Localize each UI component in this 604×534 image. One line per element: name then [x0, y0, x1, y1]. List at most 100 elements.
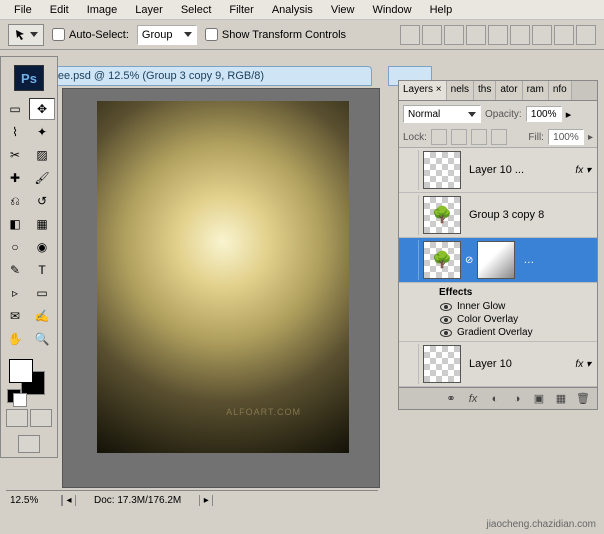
- wand-tool[interactable]: ✦: [29, 121, 55, 143]
- fill-flyout-icon[interactable]: ▸: [588, 132, 593, 143]
- layer-overflow-icon[interactable]: …: [519, 254, 538, 266]
- lock-pixels-icon[interactable]: [451, 129, 467, 145]
- new-layer-icon[interactable]: ▦: [553, 391, 569, 407]
- zoom-field[interactable]: 12.5%: [6, 495, 62, 506]
- layer-row-selected[interactable]: 🌳 ⊘ …: [399, 238, 597, 283]
- blend-mode-select[interactable]: Normal: [403, 105, 481, 123]
- distribute-3-icon[interactable]: [576, 25, 596, 45]
- status-arrow-right[interactable]: ▸: [199, 495, 213, 506]
- zoom-tool[interactable]: 🔍: [29, 328, 55, 350]
- tab-histogram[interactable]: ram: [523, 81, 549, 100]
- visibility-toggle[interactable]: [401, 150, 419, 190]
- auto-select-mode[interactable]: Group: [137, 25, 197, 45]
- tab-info[interactable]: nfo: [549, 81, 572, 100]
- brush-tool[interactable]: 🖌: [29, 167, 55, 189]
- lock-transparency-icon[interactable]: [431, 129, 447, 145]
- effect-item[interactable]: Inner Glow: [439, 300, 593, 313]
- stamp-tool[interactable]: ⎌: [2, 190, 28, 212]
- layer-thumbnail[interactable]: [423, 345, 461, 383]
- heal-tool[interactable]: ✚: [2, 167, 28, 189]
- fx-badge[interactable]: fx ▾: [575, 165, 595, 176]
- document-titlebar[interactable]: _tree.psd @ 12.5% (Group 3 copy 9, RGB/8…: [36, 66, 372, 86]
- menu-image[interactable]: Image: [79, 2, 126, 18]
- blur-tool[interactable]: ○: [2, 236, 28, 258]
- opacity-flyout-icon[interactable]: ▸: [566, 108, 572, 121]
- distribute-v-icon[interactable]: [554, 25, 574, 45]
- crop-tool[interactable]: ✂: [2, 144, 28, 166]
- layer-row[interactable]: Layer 10 ... fx ▾: [399, 148, 597, 193]
- swap-colors-icon[interactable]: [13, 393, 27, 407]
- menu-layer[interactable]: Layer: [127, 2, 171, 18]
- eraser-tool[interactable]: ◧: [2, 213, 28, 235]
- delete-layer-icon[interactable]: 🗑: [575, 391, 591, 407]
- layer-style-icon[interactable]: fx: [465, 391, 481, 407]
- marquee-tool[interactable]: ▭: [2, 98, 28, 120]
- standard-mode-icon[interactable]: [6, 409, 28, 427]
- menu-analysis[interactable]: Analysis: [264, 2, 321, 18]
- align-right-icon[interactable]: [510, 25, 530, 45]
- layer-name[interactable]: Layer 10: [465, 358, 571, 370]
- menu-view[interactable]: View: [323, 2, 363, 18]
- visibility-toggle[interactable]: [401, 195, 419, 235]
- foreground-swatch[interactable]: [9, 359, 33, 383]
- menu-edit[interactable]: Edit: [42, 2, 77, 18]
- link-layers-icon[interactable]: ⚭: [443, 391, 459, 407]
- align-top-icon[interactable]: [400, 25, 420, 45]
- fx-badge[interactable]: fx ▾: [575, 359, 595, 370]
- menu-window[interactable]: Window: [364, 2, 419, 18]
- distribute-h-icon[interactable]: [532, 25, 552, 45]
- shape-tool[interactable]: ▭: [29, 282, 55, 304]
- layer-mask-thumbnail[interactable]: [477, 241, 515, 279]
- layer-row[interactable]: 🌳 Group 3 copy 8: [399, 193, 597, 238]
- lock-all-icon[interactable]: [491, 129, 507, 145]
- slice-tool[interactable]: ▨: [29, 144, 55, 166]
- ps-logo[interactable]: Ps: [14, 65, 44, 91]
- path-tool[interactable]: ▹: [2, 282, 28, 304]
- layer-row[interactable]: Layer 10 fx ▾: [399, 342, 597, 387]
- layer-mask-icon[interactable]: ◐: [487, 391, 503, 407]
- effects-title[interactable]: Effects: [439, 285, 593, 300]
- tab-layers[interactable]: Layers ×: [399, 81, 447, 100]
- status-arrow-left[interactable]: ◂: [62, 495, 76, 506]
- lasso-tool[interactable]: ⌇: [2, 121, 28, 143]
- link-icon[interactable]: ⊘: [465, 255, 473, 266]
- layer-thumbnail[interactable]: [423, 151, 461, 189]
- align-vcenter-icon[interactable]: [422, 25, 442, 45]
- lock-position-icon[interactable]: [471, 129, 487, 145]
- fill-field[interactable]: 100%: [548, 129, 584, 145]
- menu-select[interactable]: Select: [173, 2, 220, 18]
- new-group-icon[interactable]: ▣: [531, 391, 547, 407]
- eye-icon[interactable]: [440, 329, 452, 337]
- doc-size-info[interactable]: Doc: 17.3M/176.2M: [76, 495, 199, 506]
- dodge-tool[interactable]: ◉: [29, 236, 55, 258]
- layer-name[interactable]: Group 3 copy 8: [465, 209, 595, 221]
- align-bottom-icon[interactable]: [444, 25, 464, 45]
- menu-filter[interactable]: Filter: [221, 2, 261, 18]
- visibility-toggle[interactable]: [401, 344, 419, 384]
- show-transform-checkbox[interactable]: Show Transform Controls: [205, 28, 346, 41]
- type-tool[interactable]: T: [29, 259, 55, 281]
- move-tool[interactable]: ✥: [29, 98, 55, 120]
- auto-select-checkbox[interactable]: Auto-Select:: [52, 28, 129, 41]
- hand-tool[interactable]: ✋: [2, 328, 28, 350]
- menu-help[interactable]: Help: [422, 2, 461, 18]
- layer-name[interactable]: Layer 10 ...: [465, 164, 571, 176]
- tab-navigator[interactable]: ator: [496, 81, 522, 100]
- align-hcenter-icon[interactable]: [488, 25, 508, 45]
- effect-item[interactable]: Color Overlay: [439, 313, 593, 326]
- quickmask-mode-icon[interactable]: [30, 409, 52, 427]
- gradient-tool[interactable]: ▦: [29, 213, 55, 235]
- document-canvas[interactable]: ALFOART.COM: [62, 88, 380, 488]
- tab-paths[interactable]: ths: [474, 81, 496, 100]
- menu-file[interactable]: File: [6, 2, 40, 18]
- align-left-icon[interactable]: [466, 25, 486, 45]
- pen-tool[interactable]: ✎: [2, 259, 28, 281]
- tab-channels[interactable]: nels: [447, 81, 474, 100]
- history-brush-tool[interactable]: ↺: [29, 190, 55, 212]
- eye-icon[interactable]: [440, 303, 452, 311]
- opacity-field[interactable]: 100%: [526, 106, 562, 122]
- effect-item[interactable]: Gradient Overlay: [439, 326, 593, 339]
- adjustment-layer-icon[interactable]: ◑: [509, 391, 525, 407]
- visibility-toggle[interactable]: [401, 240, 419, 280]
- notes-tool[interactable]: ✉: [2, 305, 28, 327]
